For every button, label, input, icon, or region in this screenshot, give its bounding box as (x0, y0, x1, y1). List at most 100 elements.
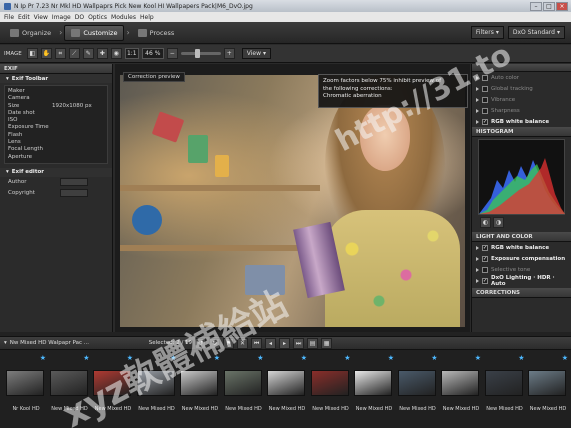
light-color-header[interactable]: LIGHT AND COLOR (472, 232, 571, 242)
menu-edit[interactable]: Edit (18, 14, 30, 21)
star-icon[interactable]: ★ (214, 354, 220, 362)
filmstrip-thumbnail[interactable]: ★ New Mixed HD (48, 354, 92, 424)
checkbox[interactable]: ✓ (482, 255, 488, 262)
star-icon[interactable]: ★ (257, 354, 263, 362)
filmstrip-thumbnail[interactable]: ★ New Mixed HD (178, 354, 222, 424)
expand-arrow-icon[interactable] (476, 245, 479, 250)
correction-row[interactable]: Auto color (472, 72, 571, 83)
tab-customize[interactable]: Customize (64, 24, 125, 41)
thumbnail-image[interactable] (267, 370, 305, 396)
main-photo[interactable] (120, 75, 465, 327)
correction-row[interactable]: Vibrance (472, 94, 571, 105)
filmstrip-thumbnail[interactable]: ★ Nr Kool HD (4, 354, 48, 424)
expand-arrow-icon[interactable] (476, 75, 479, 80)
expand-arrow-icon[interactable] (476, 256, 479, 261)
crop-icon[interactable]: ⌗ (54, 48, 66, 59)
thumbnail-image[interactable] (180, 370, 218, 396)
expand-arrow-icon[interactable] (476, 86, 479, 91)
compare-icon[interactable]: ◧ (26, 48, 38, 59)
checkbox[interactable] (482, 107, 488, 114)
menu-help[interactable]: Help (140, 14, 154, 21)
star-icon[interactable]: ★ (431, 354, 437, 362)
last-image-icon[interactable]: ⏭ (293, 337, 305, 349)
thumbnail-image[interactable] (310, 370, 349, 396)
filmstrip-thumbnail[interactable]: ★ New Mixed HD (265, 354, 309, 424)
filmstrip-thumbnail[interactable]: ★ New Mixed HD (396, 354, 440, 424)
prev-image-icon[interactable]: ◂ (265, 337, 277, 349)
checkbox[interactable] (482, 85, 488, 92)
straighten-icon[interactable]: ⟋ (68, 48, 80, 59)
exif-editor-header[interactable]: ▾ Exif editor (0, 167, 112, 177)
star-icon[interactable]: ★ (344, 354, 350, 362)
delete-icon[interactable]: ✕ (237, 337, 249, 349)
star-icon[interactable]: ★ (83, 354, 89, 362)
star-icon[interactable]: ★ (475, 354, 481, 362)
star-icon[interactable]: ★ (40, 354, 46, 362)
expand-arrow-icon[interactable] (476, 119, 479, 124)
corrections-header[interactable]: CORRECTIONS (472, 288, 571, 298)
tab-process[interactable]: Process (132, 25, 181, 41)
filmstrip-thumbnail[interactable]: ★ New Mixed HD (439, 354, 483, 424)
menu-view[interactable]: View (34, 14, 48, 21)
editor-field[interactable] (60, 178, 88, 187)
grid-view-icon[interactable]: ▦ (321, 337, 333, 349)
thumbnail-image[interactable] (223, 370, 262, 396)
menu-do[interactable]: DO (75, 14, 84, 21)
checkbox[interactable] (482, 74, 488, 81)
thumbnail-image[interactable] (49, 370, 88, 396)
minimize-button[interactable]: – (530, 1, 542, 11)
tab-organize[interactable]: Organize (4, 25, 57, 41)
star-icon[interactable]: ★ (127, 354, 133, 362)
highlight-clip-icon[interactable]: ◑ (493, 217, 504, 228)
first-image-icon[interactable]: ⏮ (251, 337, 263, 349)
thumbnail-image[interactable] (93, 370, 131, 396)
flag-icon[interactable]: ⚑ (223, 337, 235, 349)
zoom-ratio[interactable]: 1:1 (124, 48, 139, 59)
thumbnail-image[interactable] (484, 370, 523, 396)
correction-row[interactable]: Global tracking (472, 83, 571, 94)
correction-row[interactable]: ✓ RGB white balance (472, 116, 571, 127)
filmstrip-toggle-icon[interactable]: ▾ (4, 340, 7, 346)
image-viewer[interactable]: Correction preview Zoom factors below 75… (115, 64, 470, 332)
expand-arrow-icon[interactable] (476, 97, 479, 102)
redeye-icon[interactable]: ◉ (110, 48, 122, 59)
workspace-dropdown[interactable]: DxO Standard ▾ (507, 26, 565, 39)
filmstrip-thumbnail[interactable]: ★ New Mixed HD (526, 354, 570, 424)
checkbox[interactable] (482, 266, 488, 273)
zoom-in-icon[interactable]: + (223, 48, 235, 59)
correction-row[interactable]: ✓ DxO Lighting · HDR · Auto (472, 275, 571, 287)
filmstrip-thumbnail[interactable]: ★ New Mixed HD (352, 354, 396, 424)
rotate-left-icon[interactable]: ↺ (195, 337, 207, 349)
thumbnail-image[interactable] (136, 370, 175, 396)
star-icon[interactable]: ★ (518, 354, 524, 362)
filmstrip-thumbnail[interactable]: ★ New Mixed HD (91, 354, 135, 424)
thumbnail-image[interactable] (397, 370, 436, 396)
filmstrip-thumbnail[interactable]: ★ New Mixed HD (309, 354, 353, 424)
correction-row[interactable]: ✓ Exposure compensation (472, 253, 571, 264)
filmstrip-view-icon[interactable]: ▤ (307, 337, 319, 349)
checkbox[interactable]: ✓ (482, 277, 488, 284)
eyedropper-icon[interactable]: ✎ (82, 48, 94, 59)
zoom-out-icon[interactable]: − (166, 48, 178, 59)
menu-file[interactable]: File (4, 14, 14, 21)
thumbnail-image[interactable] (6, 370, 44, 396)
filmstrip-thumbnail[interactable]: ★ New Mixed HD (135, 354, 179, 424)
exif-section-header[interactable]: ▾ Exif Toolbar (0, 74, 112, 83)
checkbox[interactable]: ✓ (482, 118, 488, 125)
next-image-icon[interactable]: ▸ (279, 337, 291, 349)
checkbox[interactable] (482, 96, 488, 103)
editor-field[interactable] (60, 189, 88, 198)
close-button[interactable]: × (556, 1, 568, 11)
zoom-slider[interactable] (180, 49, 221, 58)
repair-icon[interactable]: ✚ (96, 48, 108, 59)
filmstrip-thumbnail[interactable]: ★ New Mixed HD (483, 354, 527, 424)
menu-image[interactable]: Image (52, 14, 71, 21)
thumbnail-image[interactable] (441, 370, 479, 396)
filmstrip-thumbnail[interactable]: ★ New Mixed HD (222, 354, 266, 424)
hand-icon[interactable]: ✋ (40, 48, 52, 59)
correction-row[interactable]: Sharpness (472, 105, 571, 116)
expand-arrow-icon[interactable] (476, 267, 479, 272)
thumbnail-image[interactable] (528, 370, 566, 396)
filters-dropdown[interactable]: Filters ▾ (470, 26, 504, 39)
correction-row[interactable]: ✓ RGB white balance (472, 242, 571, 253)
